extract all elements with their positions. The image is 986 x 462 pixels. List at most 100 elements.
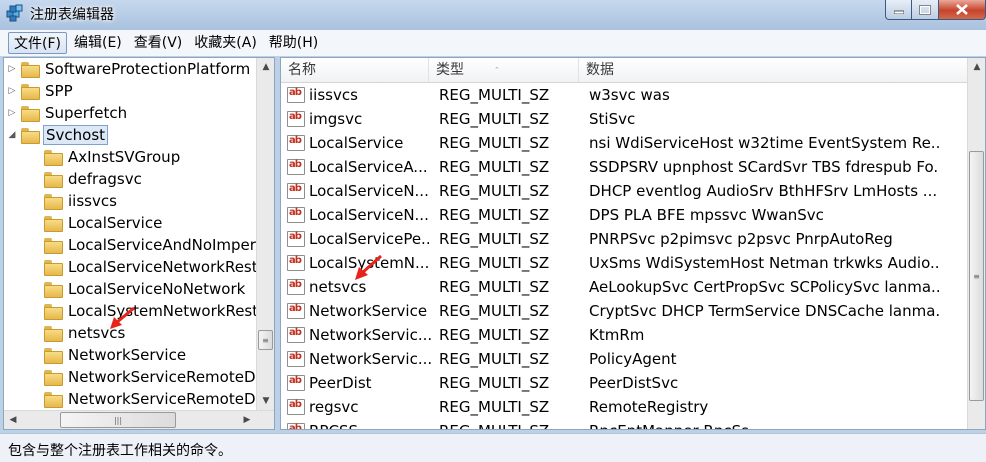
tree-item[interactable]: LocalServiceNetworkRestricted	[29, 256, 256, 278]
value-row[interactable]: ab LocalSystemN... REG_MULTI_SZ UxSms WdiSy…	[281, 251, 969, 275]
tree-item[interactable]: NetworkService	[29, 344, 188, 366]
folder-icon	[44, 392, 63, 408]
value-data: RpcEptMapper RpcSs	[589, 422, 939, 429]
expand-toggle-icon[interactable]: ◢	[6, 130, 18, 140]
string-value-ab-icon: ab	[287, 279, 305, 295]
tree-item[interactable]: iissvcs	[29, 190, 119, 212]
tree-item[interactable]: LocalService	[29, 212, 164, 234]
value-data: AeLookupSvc CertPropSvc SCPolicySvc lanm…	[589, 278, 939, 296]
tree-item[interactable]: ◢ Svchost	[6, 124, 109, 146]
value-data: StiSvc	[589, 110, 636, 128]
registry-editor-icon	[6, 4, 23, 22]
value-type: REG_MULTI_SZ	[439, 422, 587, 429]
value-name: NetworkServic...	[309, 326, 431, 344]
close-button[interactable]	[939, 0, 986, 20]
scroll-left-arrow-icon[interactable]: ◀	[4, 411, 22, 429]
string-value-ab-icon: ab	[287, 207, 305, 223]
tree-item[interactable]: LocalServiceNoNetwork	[29, 278, 247, 300]
value-row[interactable]: ab LocalServicePe... REG_MULTI_SZ PNRPSvc p…	[281, 227, 969, 251]
string-value-ab-icon: ab	[287, 231, 305, 247]
tree-item[interactable]: NetworkServiceRemoteDesktop	[29, 366, 256, 388]
string-value-ab-icon: ab	[287, 111, 305, 127]
tree-hscroll-thumb[interactable]: |||	[60, 412, 176, 428]
menu-view[interactable]: 查看(V)	[129, 32, 188, 54]
value-row[interactable]: ab NetworkService REG_MULTI_SZ CryptSvc DHC…	[281, 299, 969, 323]
column-header-data[interactable]: 数据	[579, 58, 969, 82]
value-data: PNRPSvc p2pimsvc p2psvc PnrpAutoReg	[589, 230, 893, 248]
tree-vertical-scrollbar[interactable]: ▲ ≡ ▼	[256, 58, 274, 410]
tree-item-label: AxInstSVGroup	[68, 148, 181, 166]
value-row[interactable]: ab NetworkServic... REG_MULTI_SZ KtmRm	[281, 323, 969, 347]
value-name: regsvc	[309, 398, 359, 416]
tree-item-label: LocalServiceNetworkRestricted	[68, 258, 256, 276]
expand-toggle-icon[interactable]: ▷	[6, 64, 18, 74]
value-row[interactable]: ab regsvc REG_MULTI_SZ RemoteRegistry	[281, 395, 969, 419]
value-type: REG_MULTI_SZ	[439, 158, 550, 176]
menu-file[interactable]: 文件(F)	[8, 32, 67, 54]
tree-item[interactable]: ▷ SoftwareProtectionPlatform	[6, 58, 252, 80]
value-name: LocalServiceN...	[309, 206, 429, 224]
list-vscroll-thumb[interactable]: ≡	[969, 151, 984, 401]
value-row[interactable]: ab LocalServiceA... REG_MULTI_SZ SSDPSRV up…	[281, 155, 969, 179]
expand-toggle-icon[interactable]: ▷	[6, 108, 18, 118]
value-row[interactable]: ab NetworkServic... REG_MULTI_SZ PolicyAgen…	[281, 347, 969, 371]
title-bar[interactable]: 注册表编辑器	[0, 0, 986, 30]
value-name: RPCSS	[309, 422, 431, 429]
values-list-pane[interactable]: 名称 类型 ⌃ 数据 ab iissvcs REG_MULTI_SZ w3svc wa…	[280, 57, 986, 430]
maximize-button[interactable]	[912, 0, 939, 20]
scroll-up-arrow-icon[interactable]: ▲	[968, 58, 985, 76]
value-name: LocalService	[309, 134, 404, 152]
folder-icon	[44, 260, 63, 276]
value-row[interactable]: ab LocalService REG_MULTI_SZ nsi WdiService…	[281, 131, 969, 155]
tree-item-label: Svchost	[43, 125, 109, 145]
string-value-ab-icon: ab	[287, 375, 305, 391]
tree-item[interactable]: defragsvc	[29, 168, 144, 190]
tree-item[interactable]: AxInstSVGroup	[29, 146, 182, 168]
menu-edit[interactable]: 编辑(E)	[69, 32, 127, 54]
value-name: LocalServicePe...	[309, 230, 431, 248]
tree-item[interactable]: ▷ SPP	[6, 80, 75, 102]
tree-item-label: LocalService	[68, 214, 163, 232]
scroll-up-arrow-icon[interactable]: ▲	[257, 58, 274, 76]
value-data: UxSms WdiSystemHost Netman trkwks Audio.…	[589, 254, 939, 272]
values-table: ab iissvcs REG_MULTI_SZ w3svc was ab imgsvc RE…	[281, 83, 969, 429]
key-tree-pane[interactable]: ▷ SoftwareProtectionPlatform ▷ SPP ▷ Superfet…	[3, 57, 275, 430]
tree-item[interactable]: ▷ Superfetch	[6, 102, 129, 124]
value-row[interactable]: ab LocalServiceN... REG_MULTI_SZ DPS PLA BF…	[281, 203, 969, 227]
tree-item[interactable]: NetworkServiceRemoteDesktop	[29, 388, 256, 410]
tree-item[interactable]: LocalServiceAndNoImpersonation	[29, 234, 256, 256]
maximize-icon	[919, 4, 931, 15]
folder-icon	[44, 282, 63, 298]
folder-icon	[21, 62, 40, 78]
value-type: REG_MULTI_SZ	[439, 182, 550, 200]
string-value-ab-icon: ab	[287, 87, 305, 103]
value-row[interactable]: ab netsvcs REG_MULTI_SZ AeLookupSvc CertPro…	[281, 275, 969, 299]
tree-item[interactable]: LocalSystemNetworkRestricted	[29, 300, 256, 322]
column-header-type[interactable]: 类型 ⌃	[429, 58, 579, 82]
value-type: REG_MULTI_SZ	[439, 134, 550, 152]
tree-horizontal-scrollbar[interactable]: ◀ ||| ▶	[4, 410, 274, 429]
value-row[interactable]: ab iissvcs REG_MULTI_SZ w3svc was	[281, 83, 969, 107]
menu-favorites[interactable]: 收藏夹(A)	[189, 32, 262, 54]
value-name: NetworkServic...	[309, 350, 431, 368]
string-value-ab-icon: ab	[287, 399, 305, 415]
value-type: REG_MULTI_SZ	[439, 278, 550, 296]
value-row[interactable]: ab LocalServiceN... REG_MULTI_SZ DHCP event…	[281, 179, 969, 203]
expand-toggle-icon[interactable]: ▷	[6, 86, 18, 96]
menu-help[interactable]: 帮助(H)	[264, 32, 323, 54]
minimize-button[interactable]	[885, 0, 912, 20]
list-vertical-scrollbar[interactable]: ▲ ≡	[967, 58, 985, 429]
value-row[interactable]: ab imgsvc REG_MULTI_SZ StiSvc	[281, 107, 969, 131]
value-row[interactable]: ab RPCSS REG_MULTI_SZRpcEptMapper RpcSs	[281, 419, 969, 429]
value-type: REG_MULTI_SZ	[439, 230, 550, 248]
tree-vscroll-thumb[interactable]: ≡	[258, 330, 273, 350]
value-type: REG_MULTI_SZ	[439, 206, 550, 224]
column-header-type-label: 类型	[436, 62, 464, 78]
tree-item-label: NetworkService	[68, 346, 187, 364]
scroll-down-arrow-icon[interactable]: ▼	[257, 392, 274, 410]
column-header-name[interactable]: 名称	[281, 58, 429, 82]
scroll-right-arrow-icon[interactable]: ▶	[238, 411, 256, 429]
tree-item-label: iissvcs	[68, 192, 117, 210]
value-row[interactable]: ab PeerDist REG_MULTI_SZ PeerDistSvc	[281, 371, 969, 395]
string-value-ab-icon: ab	[287, 327, 305, 343]
